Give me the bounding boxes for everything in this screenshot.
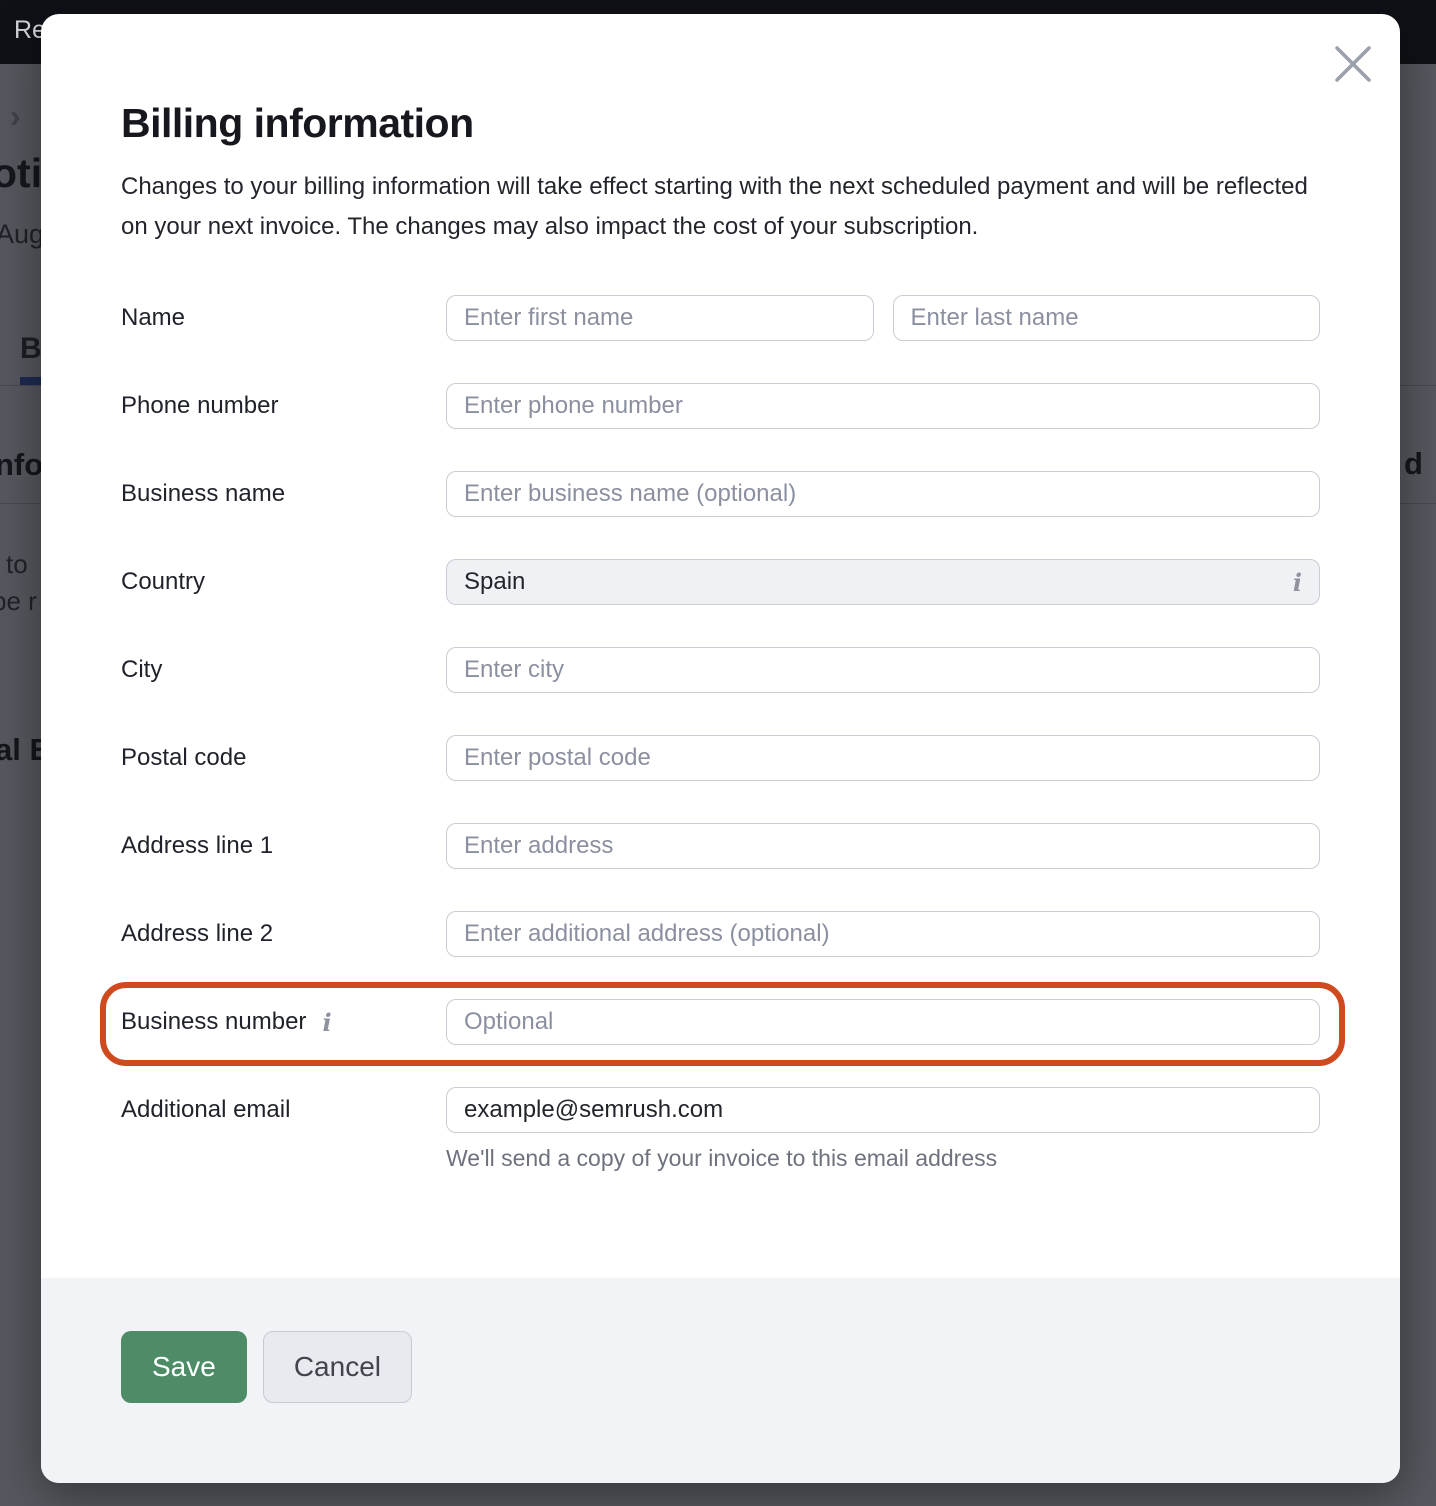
country-value: Spain [464,568,525,596]
section-heading-right-fragment: d [1404,446,1423,482]
modal-title: Billing information [121,100,1320,147]
form-row-address-2: Address line 2 [121,911,1320,957]
active-tab-underline [20,377,43,385]
modal-footer: Save Cancel [41,1278,1400,1483]
last-name-input[interactable] [893,295,1321,341]
business-number-label: Business number i [121,1008,446,1037]
info-icon[interactable]: i [322,1008,331,1037]
email-helper-text: We'll send a copy of your invoice to thi… [446,1145,1320,1208]
billing-information-modal: Billing information Changes to your bill… [41,14,1400,1483]
date-fragment: Aug [0,219,44,250]
form-row-additional-email: Additional email [121,1087,1320,1133]
postal-code-label: Postal code [121,744,446,772]
info-icon[interactable]: i [1293,568,1302,597]
form-row-postal-code: Postal code [121,735,1320,781]
country-label: Country [121,568,446,596]
body-text-fragment: be r [0,586,37,617]
postal-code-input[interactable] [446,735,1320,781]
form-row-phone: Phone number [121,383,1320,429]
form-row-business-name: Business name [121,471,1320,517]
business-name-input[interactable] [446,471,1320,517]
city-input[interactable] [446,647,1320,693]
phone-input[interactable] [446,383,1320,429]
address-line-2-label: Address line 2 [121,920,446,948]
billing-form: Name Phone number Business name Country … [121,295,1320,1208]
phone-label: Phone number [121,392,446,420]
cancel-button[interactable]: Cancel [263,1331,412,1403]
save-button[interactable]: Save [121,1331,247,1403]
modal-description: Changes to your billing information will… [121,167,1321,247]
address-line-1-label: Address line 1 [121,832,446,860]
tab-fragment: B [20,332,42,366]
form-row-business-number: Business number i [121,999,1320,1045]
chevron-right-icon: › [10,98,21,135]
name-label: Name [121,304,446,332]
address-line-1-input[interactable] [446,823,1320,869]
body-text-fragment: to [6,549,28,580]
additional-email-input[interactable] [446,1087,1320,1133]
additional-email-label: Additional email [121,1096,446,1124]
form-row-city: City [121,647,1320,693]
business-number-input[interactable] [446,999,1320,1045]
first-name-input[interactable] [446,295,874,341]
section-heading-left-fragment: nfo [0,447,43,483]
business-name-label: Business name [121,480,446,508]
form-row-name: Name [121,295,1320,341]
form-row-country: Country Spain i [121,559,1320,605]
city-label: City [121,656,446,684]
country-select[interactable]: Spain i [446,559,1320,605]
form-row-address-1: Address line 1 [121,823,1320,869]
page-title-fragment: oti [0,150,42,197]
close-icon[interactable] [1334,45,1372,83]
address-line-2-input[interactable] [446,911,1320,957]
